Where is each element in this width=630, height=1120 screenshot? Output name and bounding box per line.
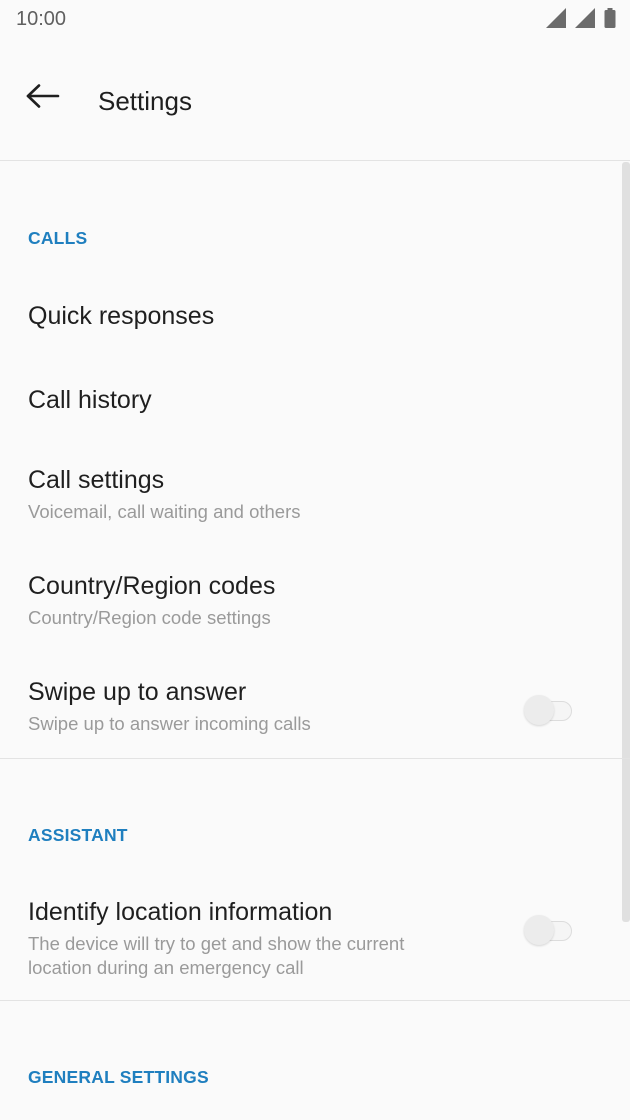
signal-icon	[575, 8, 595, 28]
section-header-calls: CALLS	[28, 228, 88, 248]
setting-swipe-up-to-answer[interactable]: Swipe up to answer Swipe up to answer in…	[0, 658, 620, 754]
status-bar: 10:00	[0, 0, 630, 40]
identify-location-toggle[interactable]	[524, 914, 576, 946]
setting-title: Call settings	[28, 466, 165, 494]
status-icons	[546, 8, 616, 28]
battery-icon	[604, 8, 616, 28]
setting-title: Swipe up to answer	[28, 678, 247, 706]
setting-quick-responses[interactable]: Quick responses	[0, 280, 620, 354]
setting-summary: The device will try to get and show the …	[28, 933, 405, 978]
status-time: 10:00	[16, 8, 67, 30]
section-divider	[0, 1000, 630, 1001]
back-button[interactable]	[18, 76, 68, 120]
setting-country-region-codes[interactable]: Country/Region codes Country/Region code…	[0, 552, 620, 648]
section-header-assistant: ASSISTANT	[28, 825, 128, 845]
setting-identify-location[interactable]: Identify location information The device…	[0, 878, 620, 998]
settings-screen: 10:00 Settings CALLS Quick responses Cal…	[0, 0, 630, 1120]
setting-title: Call history	[28, 386, 152, 414]
swipe-up-toggle[interactable]	[524, 694, 576, 726]
setting-summary: Country/Region code settings	[28, 607, 271, 628]
app-bar: Settings	[0, 48, 630, 161]
setting-summary: Voicemail, call waiting and others	[28, 501, 301, 522]
setting-title: Country/Region codes	[28, 572, 276, 600]
toggle-thumb	[524, 915, 554, 945]
settings-list: CALLS Quick responses Call history Call …	[0, 162, 630, 1120]
setting-title: Identify location information	[28, 898, 333, 926]
section-divider	[0, 758, 630, 759]
setting-call-settings[interactable]: Call settings Voicemail, call waiting an…	[0, 446, 620, 542]
signal-icon	[546, 8, 566, 28]
setting-call-history[interactable]: Call history	[0, 362, 620, 440]
setting-summary: Swipe up to answer incoming calls	[28, 713, 311, 734]
toggle-thumb	[524, 695, 554, 725]
page-title: Settings	[98, 86, 192, 116]
section-header-general-settings: GENERAL SETTINGS	[28, 1067, 209, 1087]
setting-title: Quick responses	[28, 302, 215, 330]
arrow-back-icon	[26, 83, 60, 113]
